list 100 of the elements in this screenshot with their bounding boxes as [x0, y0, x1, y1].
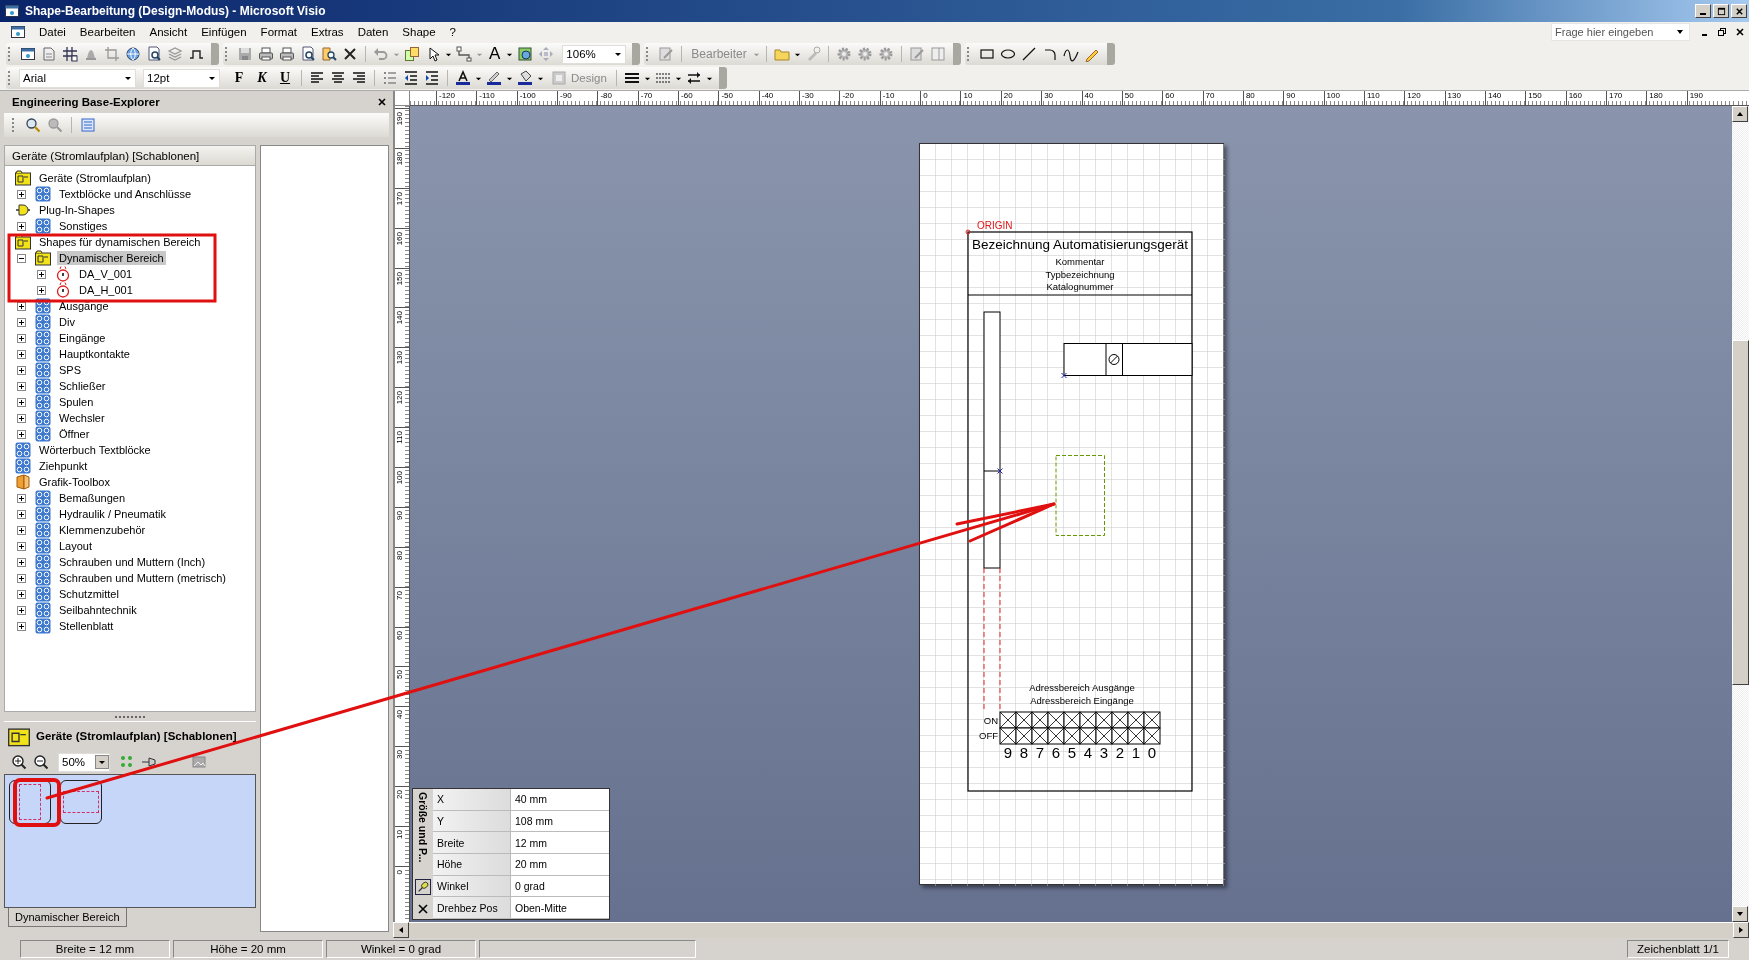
expand-icon[interactable]	[17, 301, 26, 311]
outdent-icon[interactable]	[402, 69, 420, 87]
expand-icon[interactable]	[17, 621, 26, 631]
research-icon[interactable]	[320, 45, 338, 63]
tree-item[interactable]: Eingänge	[57, 331, 108, 345]
dashed-shape-outline[interactable]	[1055, 455, 1105, 536]
image-icon[interactable]	[190, 753, 208, 771]
expand-icon[interactable]	[17, 317, 26, 327]
help-search-field[interactable]: Frage hier eingeben	[1551, 23, 1690, 41]
close-button[interactable]	[1731, 4, 1747, 18]
stencil-shape[interactable]	[60, 780, 102, 824]
tree-item[interactable]: Sonstiges	[57, 219, 110, 233]
menu-item[interactable]: Daten	[350, 26, 396, 38]
expand-icon[interactable]	[17, 509, 26, 519]
expand-icon[interactable]	[37, 269, 46, 279]
menu-item[interactable]: Datei	[32, 26, 73, 38]
horizontal-scrollbar[interactable]	[393, 922, 1749, 938]
font-size-dropdown[interactable]: 12pt	[143, 68, 220, 88]
shapes-icon[interactable]	[516, 45, 535, 63]
tree-item[interactable]: Öffner	[57, 427, 92, 441]
expand-icon[interactable]	[17, 429, 26, 439]
tree-item[interactable]: Shapes für dynamischen Bereich	[37, 235, 203, 249]
stencil-zoom-dropdown[interactable]: 50%	[58, 752, 110, 772]
grid-icon[interactable]	[61, 45, 79, 63]
edit-icon[interactable]	[907, 45, 926, 63]
close-icon[interactable]	[1735, 27, 1745, 37]
tree-item[interactable]: Stellenblatt	[57, 619, 116, 633]
tree-item[interactable]: Schrauben und Muttern (Inch)	[57, 555, 208, 569]
tree-item[interactable]: Spulen	[57, 395, 96, 409]
globe-icon[interactable]	[124, 45, 142, 63]
pin-icon[interactable]	[415, 879, 431, 895]
property-value[interactable]: 40 mm	[511, 789, 609, 811]
italic-button[interactable]: K	[252, 68, 272, 88]
menu-item[interactable]: ?	[442, 26, 463, 38]
expand-icon[interactable]	[17, 397, 26, 407]
connector-icon[interactable]	[455, 45, 473, 63]
expand-icon[interactable]	[37, 285, 46, 295]
expand-icon[interactable]	[17, 541, 26, 551]
property-value[interactable]: 20 mm	[511, 854, 609, 876]
tree-item[interactable]: Hauptkontakte	[57, 347, 132, 361]
device-frame[interactable]	[967, 231, 1193, 792]
preview-icon[interactable]	[299, 45, 317, 63]
expand-icon[interactable]	[17, 493, 26, 503]
expand-icon[interactable]	[17, 349, 26, 359]
menu-item[interactable]: Extras	[304, 26, 351, 38]
expand-icon[interactable]	[17, 573, 26, 583]
tree-item[interactable]: Div	[57, 315, 77, 329]
expand-icon[interactable]	[17, 413, 26, 423]
menu-item[interactable]: Shape	[395, 26, 443, 38]
tree-item[interactable]: SPS	[57, 363, 83, 377]
tree-item[interactable]: Ziehpunkt	[37, 459, 90, 473]
tree-item[interactable]: Grafik-Toolbox	[37, 475, 112, 489]
zoom-in-icon[interactable]	[10, 753, 28, 771]
tree-item[interactable]: Schließer	[57, 379, 108, 393]
menu-item[interactable]: Format	[253, 26, 305, 38]
tree-item[interactable]: Klemmenzubehör	[57, 523, 148, 537]
tree-item[interactable]: Wechsler	[57, 411, 107, 425]
indent-icon[interactable]	[423, 69, 441, 87]
expand-icon[interactable]	[17, 589, 26, 599]
property-value[interactable]: Oben-Mitte	[511, 897, 609, 919]
restore-icon[interactable]	[1717, 27, 1727, 37]
tree-item[interactable]: Hydraulik / Pneumatik	[57, 507, 168, 521]
tree-item[interactable]: Geräte (Stromlaufplan)	[37, 171, 153, 185]
expand-icon[interactable]	[17, 557, 26, 567]
tree-item[interactable]: Plug-In-Shapes	[37, 203, 117, 217]
fill-color-icon[interactable]	[516, 69, 534, 87]
tree-item[interactable]: DA_V_001	[77, 267, 135, 281]
tree-item[interactable]: Textblöcke und Anschlüsse	[57, 187, 194, 201]
expand-icon[interactable]	[17, 365, 26, 375]
switch-symbol[interactable]	[1063, 343, 1193, 376]
font-dropdown[interactable]: Arial	[19, 68, 136, 88]
terminal-bar[interactable]	[983, 311, 1001, 569]
zoom-dropdown[interactable]: 106%	[562, 44, 627, 64]
line-color-icon[interactable]	[485, 69, 503, 87]
vertical-scrollbar[interactable]	[1732, 106, 1749, 922]
printer-icon[interactable]	[278, 45, 296, 63]
menu-item[interactable]: Ansicht	[142, 26, 195, 38]
expand-icon[interactable]	[17, 605, 26, 615]
menu-item[interactable]: Bearbeiten	[72, 26, 143, 38]
expand-icon[interactable]	[17, 381, 26, 391]
font-color-icon[interactable]	[454, 69, 472, 87]
tree-item[interactable]: Ausgänge	[57, 299, 111, 313]
zoom-out-icon[interactable]	[32, 753, 50, 771]
save-icon[interactable]	[236, 45, 254, 63]
expand-icon[interactable]	[17, 525, 26, 535]
drawing-explorer-icon[interactable]	[403, 45, 421, 63]
tree-item[interactable]: Layout	[57, 539, 95, 553]
tree-item[interactable]: Dynamischer Bereich	[57, 251, 166, 265]
tree-item[interactable]: Schrauben und Muttern (metrisch)	[57, 571, 228, 585]
tree-item[interactable]: DA_H_001	[77, 283, 135, 297]
tree-item[interactable]: Bemaßungen	[57, 491, 128, 505]
window-icon[interactable]	[19, 45, 37, 63]
menu-item[interactable]: Einfügen	[194, 26, 254, 38]
expand-icon[interactable]	[17, 189, 26, 199]
search-icon[interactable]	[24, 116, 42, 134]
collapse-icon[interactable]	[17, 253, 26, 263]
tree-item[interactable]: Schutzmittel	[57, 587, 121, 601]
bold-button[interactable]: F	[229, 68, 249, 88]
maximize-button[interactable]	[1713, 4, 1729, 18]
property-value[interactable]: 108 mm	[511, 810, 609, 833]
